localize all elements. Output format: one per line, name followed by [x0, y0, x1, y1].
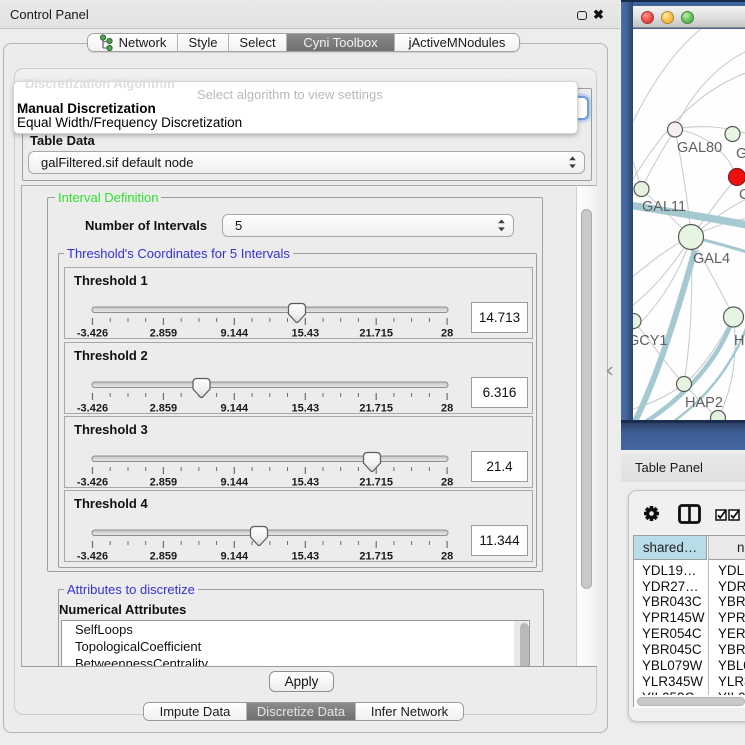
svg-text:15.43: 15.43	[292, 477, 320, 489]
svg-text:-3.426: -3.426	[77, 477, 108, 489]
svg-text:21.715: 21.715	[359, 477, 393, 489]
svg-text:9.144: 9.144	[221, 550, 249, 562]
svg-text:-3.426: -3.426	[77, 327, 108, 339]
svg-text:2.859: 2.859	[150, 402, 178, 414]
svg-text:-3.426: -3.426	[77, 402, 108, 414]
svg-text:HAP2: HAP2	[685, 395, 723, 411]
svg-text:28: 28	[441, 402, 453, 414]
svg-text:GAL80: GAL80	[677, 140, 722, 156]
svg-text:15.43: 15.43	[292, 402, 320, 414]
svg-text:-3.426: -3.426	[77, 550, 108, 562]
svg-text:2.859: 2.859	[150, 477, 178, 489]
svg-text:GAL4: GAL4	[693, 251, 730, 267]
svg-text:21.715: 21.715	[359, 402, 393, 414]
svg-text:15.43: 15.43	[292, 550, 320, 562]
svg-text:GAL11: GAL11	[642, 199, 686, 215]
svg-text:C: C	[739, 187, 745, 203]
svg-text:28: 28	[441, 550, 453, 562]
svg-text:28: 28	[441, 477, 453, 489]
svg-text:GA: GA	[736, 146, 745, 162]
svg-text:21.715: 21.715	[359, 327, 393, 339]
svg-text:2.859: 2.859	[150, 327, 178, 339]
svg-text:H: H	[734, 333, 744, 349]
svg-text:9.144: 9.144	[221, 402, 249, 414]
svg-text:9.144: 9.144	[221, 477, 249, 489]
svg-text:GCY1: GCY1	[633, 333, 668, 349]
svg-text:28: 28	[441, 327, 453, 339]
svg-text:15.43: 15.43	[292, 327, 320, 339]
svg-text:2.859: 2.859	[150, 550, 178, 562]
svg-text:9.144: 9.144	[221, 327, 249, 339]
svg-text:21.715: 21.715	[359, 550, 393, 562]
